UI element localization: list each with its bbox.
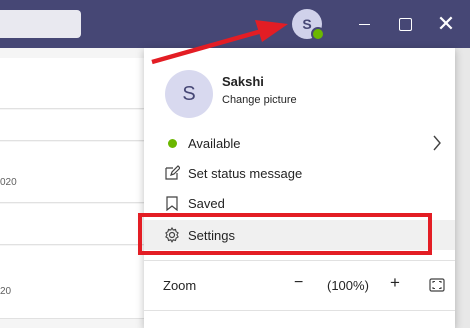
list-row[interactable]: 20 [0, 246, 150, 319]
profile-avatar-button[interactable]: S [292, 9, 325, 41]
edit-status-icon [164, 165, 180, 181]
list-row[interactable]: 020 [0, 142, 150, 203]
right-strip [455, 48, 470, 328]
date-text: 20 [0, 286, 12, 297]
minimize-icon [358, 23, 370, 25]
menu-item-label: Set status message [188, 165, 303, 181]
menu-item-label: Saved [188, 195, 225, 211]
title-bar: S ✕ [0, 0, 470, 48]
left-panel: 020 20 [0, 48, 150, 328]
zoom-label: Zoom [163, 278, 197, 293]
maximize-icon [398, 17, 412, 31]
status-available-icon [311, 27, 325, 41]
profile-dropdown: S Sakshi Change picture Available Set st… [144, 48, 455, 328]
change-picture-link[interactable]: Change picture [222, 94, 297, 106]
menu-divider [144, 260, 455, 261]
search-box[interactable] [0, 10, 81, 38]
settings-highlight-annotation [138, 213, 432, 255]
avatar-initial-large: S [182, 82, 196, 105]
close-icon: ✕ [436, 11, 456, 36]
profile-name: Sakshi [222, 74, 264, 89]
list-row[interactable] [0, 204, 150, 245]
profile-picture[interactable]: S [165, 70, 213, 118]
menu-item-set-status[interactable]: Set status message [144, 158, 455, 188]
close-button[interactable]: ✕ [434, 11, 458, 36]
zoom-out-button[interactable]: − [294, 274, 303, 292]
menu-divider [144, 310, 455, 311]
chevron-right-icon [433, 135, 441, 151]
date-text: 020 [0, 177, 17, 188]
fullscreen-icon[interactable] [429, 278, 445, 292]
menu-item-label: Available [188, 135, 241, 151]
list-row[interactable] [0, 58, 150, 109]
zoom-row: Zoom − (100%) + [144, 270, 455, 300]
minimize-button[interactable] [352, 12, 376, 36]
zoom-in-button[interactable]: + [390, 273, 400, 293]
list-row[interactable] [0, 110, 150, 141]
available-status-icon [164, 135, 180, 151]
avatar-initial: S [302, 16, 312, 32]
maximize-button[interactable] [393, 12, 417, 36]
zoom-level: (100%) [327, 278, 369, 293]
menu-item-available[interactable]: Available [144, 128, 455, 158]
bookmark-icon [164, 195, 180, 211]
